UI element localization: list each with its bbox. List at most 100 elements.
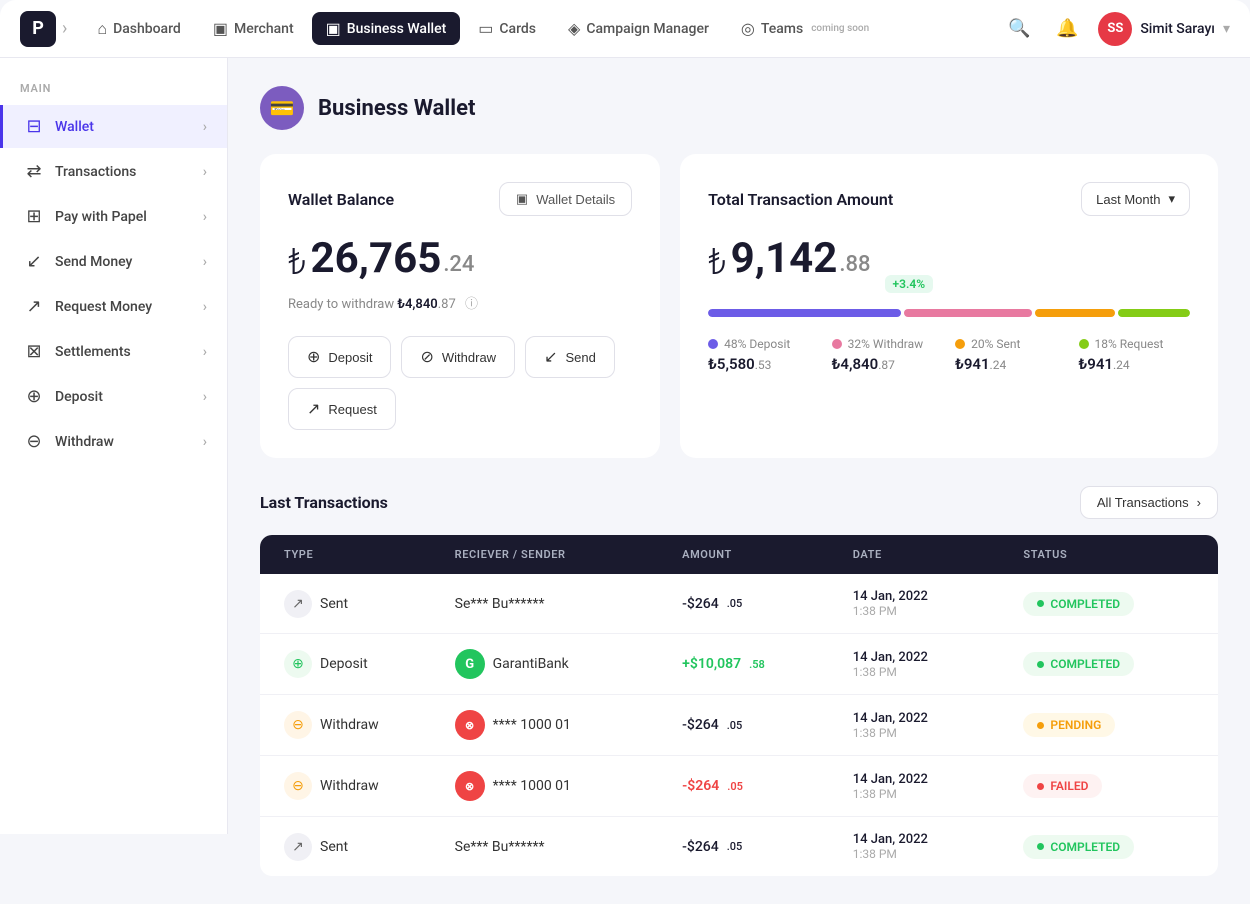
sidebar-item-request-money[interactable]: ↗ Request Money ›: [0, 285, 227, 328]
withdraw-decimal: .87: [438, 297, 456, 312]
nav-item-merchant[interactable]: ▣ Merchant: [199, 12, 308, 45]
request-btn-label: Request: [328, 402, 376, 417]
deposit-dot: [708, 339, 718, 349]
nav-item-dashboard-label: Dashboard: [113, 21, 181, 37]
cards-icon: ▭: [478, 19, 493, 38]
balance-currency-symbol: ₺: [288, 241, 306, 283]
sent-dot: [955, 339, 965, 349]
withdraw-button[interactable]: ⊘ Withdraw: [401, 336, 515, 378]
withdraw-label-text: Ready to withdraw: [288, 297, 394, 312]
col-receiver: RECIEVER / SENDER: [455, 548, 683, 561]
sidebar-item-settlements[interactable]: ⊠ Settlements ›: [0, 330, 227, 373]
chevron-right-icon: ›: [203, 434, 207, 450]
withdraw-icon: ⊖: [284, 711, 312, 739]
nav-item-business-wallet-label: Business Wallet: [347, 21, 447, 37]
topnav-right: 🔍 🔔 SS Simit Sarayı ▾: [1002, 12, 1230, 46]
row3-status-label: PENDING: [1050, 718, 1101, 732]
search-button[interactable]: 🔍: [1002, 12, 1036, 46]
page-title: Business Wallet: [318, 96, 475, 121]
sidebar-item-wallet[interactable]: ⊟ Wallet ›: [0, 105, 227, 148]
transactions-section-title: Last Transactions: [260, 493, 388, 512]
nav-item-dashboard[interactable]: ⌂ Dashboard: [83, 12, 194, 46]
send-btn-label: Send: [565, 350, 595, 365]
row1-receiver: Se*** Bu******: [455, 596, 683, 612]
sidebar-item-send-money[interactable]: ↙ Send Money ›: [0, 240, 227, 283]
sidebar-item-settlements-label: Settlements: [55, 344, 131, 360]
withdraw-amount-value: ₺4,840: [397, 297, 437, 312]
send-button[interactable]: ↙ Send: [525, 336, 615, 378]
nav-item-campaign-label: Campaign Manager: [586, 21, 709, 37]
progress-request: [1118, 309, 1190, 317]
sidebar-item-deposit[interactable]: ⊕ Deposit ›: [0, 375, 227, 418]
row1-status: COMPLETED: [1023, 592, 1194, 616]
row4-status: FAILED: [1023, 774, 1194, 798]
total-transaction-card: Total Transaction Amount Last Month ▾ ₺ …: [680, 154, 1218, 458]
total-card-header: Total Transaction Amount Last Month ▾: [708, 182, 1190, 216]
wallet-details-button[interactable]: ▣ Wallet Details: [499, 182, 632, 216]
info-icon[interactable]: ⓘ: [465, 297, 478, 312]
logo[interactable]: P: [20, 11, 56, 47]
sidebar-item-request-left: ↗ Request Money: [23, 296, 152, 317]
deposit-btn-icon: ⊕: [307, 347, 320, 367]
campaign-icon: ◈: [568, 19, 580, 38]
total-currency-symbol: ₺: [708, 241, 726, 283]
nav-item-teams[interactable]: ◎ Teams coming soon: [727, 12, 883, 45]
breakdown-deposit: 48% Deposit ₺5,580.53: [708, 337, 819, 373]
progress-deposit: [708, 309, 900, 317]
table-row: ↗ Sent Se*** Bu****** -$264.05 14 Jan, 2…: [260, 574, 1218, 634]
business-wallet-icon: ▣: [326, 19, 341, 38]
status-dot: [1037, 783, 1044, 790]
status-dot: [1037, 600, 1044, 607]
status-dot: [1037, 661, 1044, 668]
withdraw-icon: ⊖: [23, 431, 45, 452]
breakdown-request: 18% Request ₺941.24: [1079, 337, 1190, 373]
status-badge: PENDING: [1023, 713, 1115, 737]
row4-date2: 1:38 PM: [853, 787, 928, 801]
row5-status: COMPLETED: [1023, 835, 1194, 859]
deposit-button[interactable]: ⊕ Deposit: [288, 336, 391, 378]
deposit-amount: ₺5,580.53: [708, 355, 819, 373]
status-dot: [1037, 843, 1044, 850]
deposit-icon: ⊕: [23, 386, 45, 407]
nav-item-business-wallet[interactable]: ▣ Business Wallet: [312, 12, 461, 45]
sidebar-section-label: MAIN: [0, 82, 227, 105]
row5-date2: 1:38 PM: [853, 847, 928, 861]
sidebar-item-transactions-label: Transactions: [55, 164, 136, 180]
row5-type: ↗ Sent: [284, 833, 455, 861]
row4-receiver: ⊗ **** 1000 01: [455, 771, 683, 801]
chevron-right-icon: ›: [203, 254, 207, 270]
row4-receiver-name: **** 1000 01: [493, 778, 571, 794]
period-selector-button[interactable]: Last Month ▾: [1081, 182, 1190, 216]
chevron-right-icon: ›: [203, 389, 207, 405]
sidebar-item-withdraw[interactable]: ⊖ Withdraw ›: [0, 420, 227, 463]
all-transactions-button[interactable]: All Transactions ›: [1080, 486, 1218, 519]
notification-button[interactable]: 🔔: [1050, 12, 1084, 46]
expand-icon[interactable]: ›: [62, 18, 67, 39]
row5-type-label: Sent: [320, 839, 348, 855]
request-dot: [1079, 339, 1089, 349]
sidebar-item-transactions[interactable]: ⇄ Transactions ›: [0, 150, 227, 193]
page-header-icon: 💳: [260, 86, 304, 130]
row1-date: 14 Jan, 2022 1:38 PM: [853, 589, 1024, 618]
wallet-details-icon: ▣: [516, 191, 528, 207]
main-content: 💳 Business Wallet Wallet Balance ▣ Walle…: [228, 58, 1250, 904]
nav-item-cards[interactable]: ▭ Cards: [464, 12, 550, 45]
row5-amount: -$264.05: [682, 839, 853, 855]
wallet-card-title: Wallet Balance: [288, 190, 394, 209]
nav-item-teams-label: Teams: [761, 21, 803, 37]
breakdown-sent: 20% Sent ₺941.24: [955, 337, 1066, 373]
wallet-action-buttons: ⊕ Deposit ⊘ Withdraw ↙ Send ↗ Request: [288, 336, 632, 430]
progress-sent: [1035, 309, 1115, 317]
status-badge: COMPLETED: [1023, 652, 1134, 676]
row1-type: ↗ Sent: [284, 590, 455, 618]
user-menu[interactable]: SS Simit Sarayı ▾: [1098, 12, 1230, 46]
sidebar-item-settlements-left: ⊠ Settlements: [23, 341, 131, 362]
status-badge: COMPLETED: [1023, 835, 1134, 859]
send-btn-icon: ↙: [544, 347, 557, 367]
sidebar-item-deposit-label: Deposit: [55, 389, 103, 405]
sidebar-item-pay-with-papel[interactable]: ⊞ Pay with Papel ›: [0, 195, 227, 238]
sent-icon: ↗: [284, 590, 312, 618]
nav-item-campaign-manager[interactable]: ◈ Campaign Manager: [554, 12, 723, 45]
request-button[interactable]: ↗ Request: [288, 388, 396, 430]
nav-items: ⌂ Dashboard ▣ Merchant ▣ Business Wallet…: [83, 12, 1002, 46]
